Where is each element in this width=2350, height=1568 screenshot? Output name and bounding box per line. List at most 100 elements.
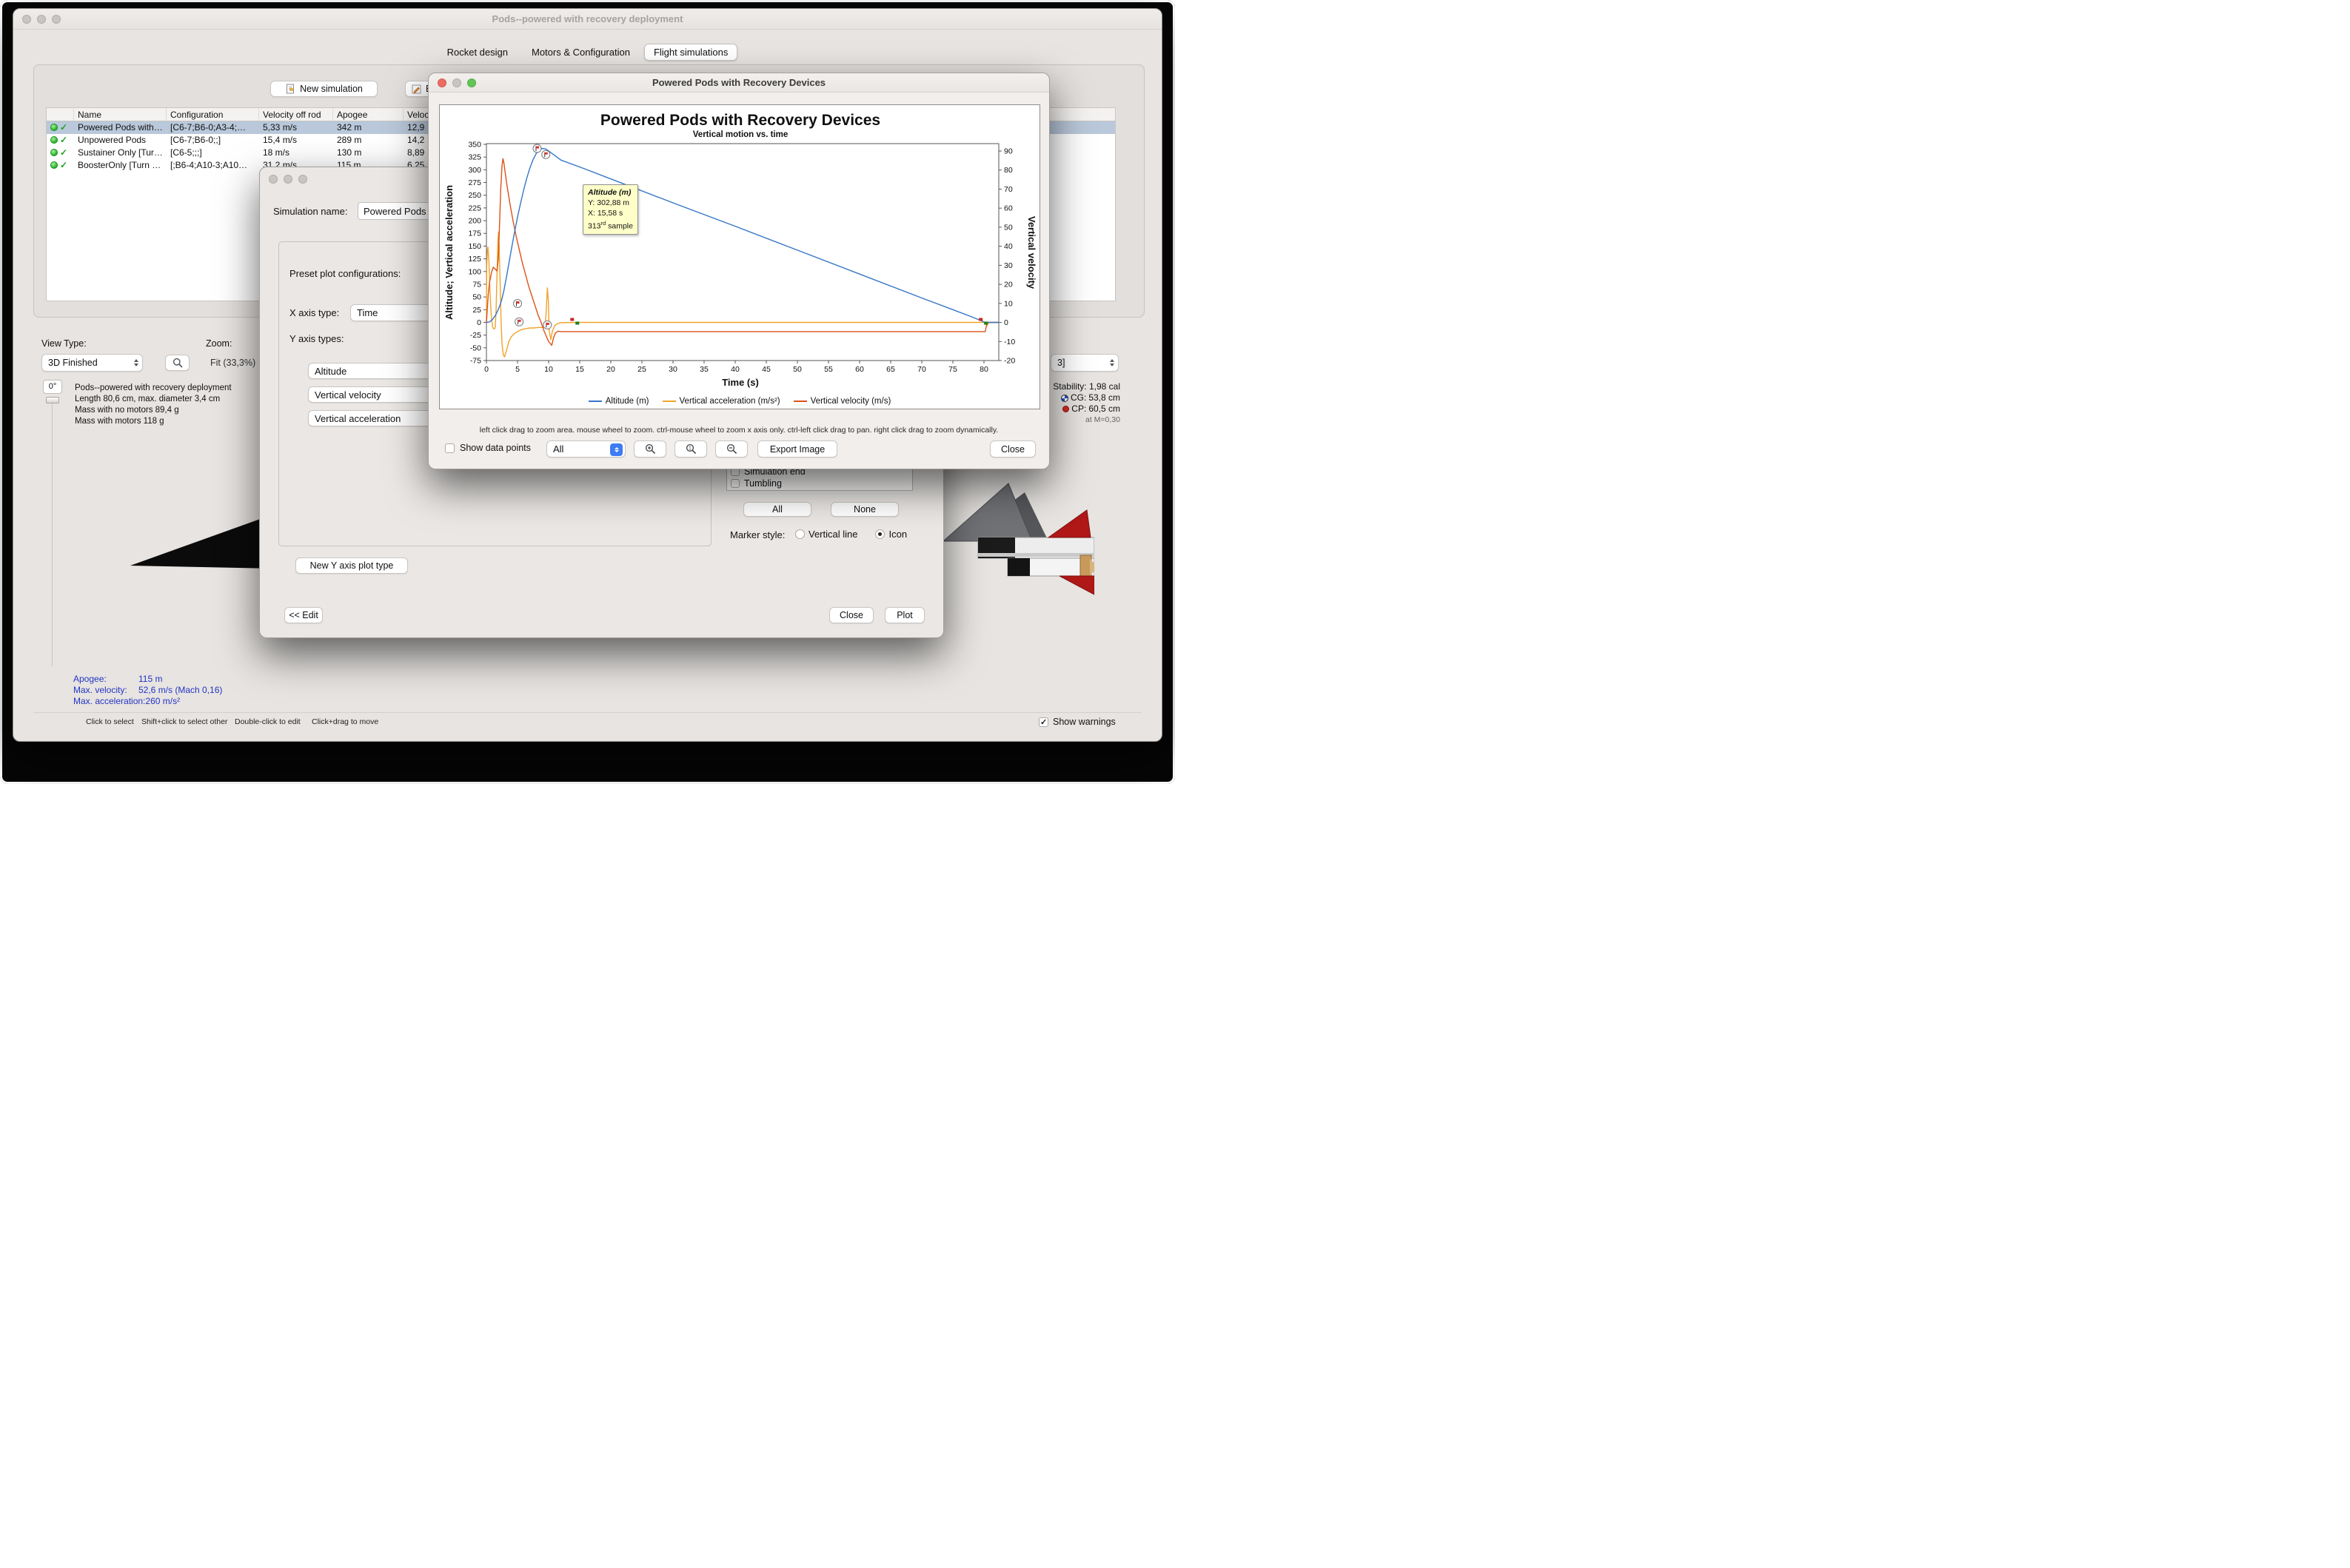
rotation-value: 0° bbox=[43, 380, 62, 394]
marker-style-label: Marker style: bbox=[730, 529, 786, 540]
svg-text:5: 5 bbox=[515, 365, 520, 374]
minimize-button[interactable] bbox=[284, 175, 292, 184]
plot-button[interactable]: Plot bbox=[885, 607, 925, 623]
table-cell: [C6-7;B6-0;A3-4;… bbox=[170, 122, 247, 133]
table-cell: 289 m bbox=[337, 135, 362, 145]
flight-stats: Apogee: 115 m Max. velocity: 52,6 m/s (Mach… bbox=[73, 674, 222, 707]
close-button[interactable] bbox=[22, 15, 31, 24]
select-all-events-button[interactable]: All bbox=[743, 502, 811, 517]
chart-ylabel-right: Vertical velocity bbox=[1026, 216, 1037, 289]
zoom-window-button[interactable] bbox=[298, 175, 307, 184]
flight-event-label: Tumbling bbox=[744, 478, 782, 489]
divider bbox=[33, 712, 1142, 713]
table-cell: BoosterOnly [Turn … bbox=[78, 160, 161, 170]
plot-window-title: Powered Pods with Recovery Devices bbox=[652, 77, 826, 88]
svg-text:75: 75 bbox=[948, 365, 957, 374]
marker-style-option: Vertical line bbox=[795, 529, 857, 540]
rocket-info-line: Mass with motors 118 g bbox=[75, 417, 164, 426]
zoom-in-icon bbox=[645, 443, 655, 455]
legend-label: Altitude (m) bbox=[605, 397, 649, 406]
svg-text:-75: -75 bbox=[470, 357, 481, 366]
zoom-tool-button[interactable] bbox=[165, 355, 190, 371]
marker-style-option-label: Icon bbox=[888, 529, 908, 540]
main-tab-bar: Rocket design Motors & Configuration Fligh… bbox=[13, 44, 1162, 61]
tab-motors-configuration[interactable]: Motors & Configuration bbox=[522, 44, 640, 61]
close-button[interactable]: Close bbox=[829, 607, 874, 623]
legend-line-swatch bbox=[588, 401, 602, 402]
select-none-events-button[interactable]: None bbox=[831, 502, 899, 517]
svg-text:70: 70 bbox=[1004, 185, 1013, 194]
zoom-reset-button[interactable]: 1 bbox=[674, 440, 707, 458]
table-cell: Sustainer Only [Tur… bbox=[78, 147, 163, 158]
preset-configurations-label: Preset plot configurations: bbox=[289, 268, 401, 279]
zoom-window-button[interactable] bbox=[52, 15, 61, 24]
zoom-value[interactable]: Fit (33,3%) bbox=[210, 358, 255, 368]
legend-label: Vertical velocity (m/s) bbox=[810, 397, 891, 406]
view-type-label: View Type: bbox=[41, 338, 87, 349]
status-ok-icon bbox=[50, 161, 58, 169]
marker-style-radio[interactable] bbox=[875, 529, 886, 539]
svg-text:50: 50 bbox=[472, 293, 481, 302]
chart-ylabel-left: Altitude; Vertical acceleration bbox=[443, 185, 455, 320]
legend-label: Vertical acceleration (m/s²) bbox=[679, 397, 780, 406]
plot-close-button[interactable]: Close bbox=[990, 440, 1036, 458]
svg-text:90: 90 bbox=[1004, 147, 1013, 156]
magnifier-icon bbox=[173, 358, 183, 368]
close-button[interactable] bbox=[438, 78, 446, 87]
view-type-select[interactable]: 3D Finished bbox=[41, 354, 143, 372]
svg-text:40: 40 bbox=[1004, 242, 1013, 251]
legend-item: Vertical velocity (m/s) bbox=[793, 397, 891, 406]
tab-flight-simulations[interactable]: Flight simulations bbox=[643, 44, 738, 61]
show-warnings-checkbox[interactable] bbox=[1039, 717, 1048, 727]
flight-events-list: Simulation end Tumbling bbox=[731, 466, 908, 491]
flight-stat-row: Max. velocity: 52,6 m/s (Mach 0,16) bbox=[73, 685, 223, 695]
check-icon: ✓ bbox=[60, 147, 68, 158]
table-cell: Name bbox=[74, 108, 167, 121]
minimize-button[interactable] bbox=[452, 78, 461, 87]
flight-config-select[interactable]: 3] bbox=[1051, 354, 1119, 372]
zoom-window-button[interactable] bbox=[467, 78, 476, 87]
legend-item: Altitude (m) bbox=[588, 397, 649, 406]
marker-style-option: Icon bbox=[875, 529, 907, 540]
show-data-points-label: Show data points bbox=[460, 443, 531, 453]
events-filter-select[interactable]: All bbox=[546, 440, 626, 458]
tab-rocket-design[interactable]: Rocket design bbox=[438, 44, 518, 61]
plot-window: Powered Pods with Recovery Devices Power… bbox=[428, 73, 1050, 469]
flight-event-checkbox[interactable] bbox=[731, 478, 740, 488]
svg-text:30: 30 bbox=[1004, 261, 1013, 270]
svg-text:10: 10 bbox=[544, 365, 553, 374]
show-data-points-checkbox[interactable] bbox=[445, 443, 455, 453]
zoom-in-button[interactable] bbox=[634, 440, 666, 458]
chart-title: Powered Pods with Recovery Devices bbox=[600, 112, 880, 129]
chart-legend: Altitude (m) Vertical acceleration (m/s²)… bbox=[440, 397, 1040, 406]
zoom-out-button[interactable] bbox=[715, 440, 748, 458]
svg-text:80: 80 bbox=[980, 365, 988, 374]
chart-tooltip: Altitude (m) Y: 302,88 m X: 15,58 s 313r… bbox=[583, 184, 638, 235]
chart-canvas[interactable]: Powered Pods with Recovery Devices Verti… bbox=[440, 105, 1041, 410]
table-cell bbox=[47, 108, 74, 121]
new-y-axis-plot-type-button[interactable]: New Y axis plot type bbox=[295, 557, 408, 574]
rotation-slider-handle[interactable] bbox=[46, 397, 59, 403]
zoom-out-icon bbox=[726, 443, 737, 455]
edit-button[interactable]: << Edit bbox=[284, 607, 323, 623]
svg-text:0: 0 bbox=[1004, 318, 1008, 327]
mach-text: at M=0,30 bbox=[1085, 415, 1120, 424]
chevron-updown-icon bbox=[610, 443, 623, 456]
table-cell: ✓ bbox=[47, 147, 74, 159]
table-cell: Powered Pods with… bbox=[78, 122, 163, 133]
chart-subtitle: Vertical motion vs. time bbox=[693, 130, 788, 139]
minimize-button[interactable] bbox=[37, 15, 46, 24]
status-hint: Shift+click to select other bbox=[141, 717, 228, 726]
close-button[interactable] bbox=[269, 175, 278, 184]
marker-style-radio[interactable] bbox=[795, 529, 805, 539]
rocket-info-line: Mass with no motors 89,4 g bbox=[75, 406, 179, 415]
svg-text:350: 350 bbox=[468, 141, 481, 150]
new-simulation-button[interactable]: New simulation bbox=[270, 81, 378, 97]
zoom-label: Zoom: bbox=[206, 338, 232, 349]
check-icon: ✓ bbox=[60, 160, 68, 170]
svg-text:1: 1 bbox=[689, 446, 692, 452]
export-image-button[interactable]: Export Image bbox=[757, 440, 837, 458]
cg-icon bbox=[1060, 394, 1068, 402]
chevron-updown-icon bbox=[1110, 359, 1114, 366]
svg-text:20: 20 bbox=[1004, 281, 1013, 289]
